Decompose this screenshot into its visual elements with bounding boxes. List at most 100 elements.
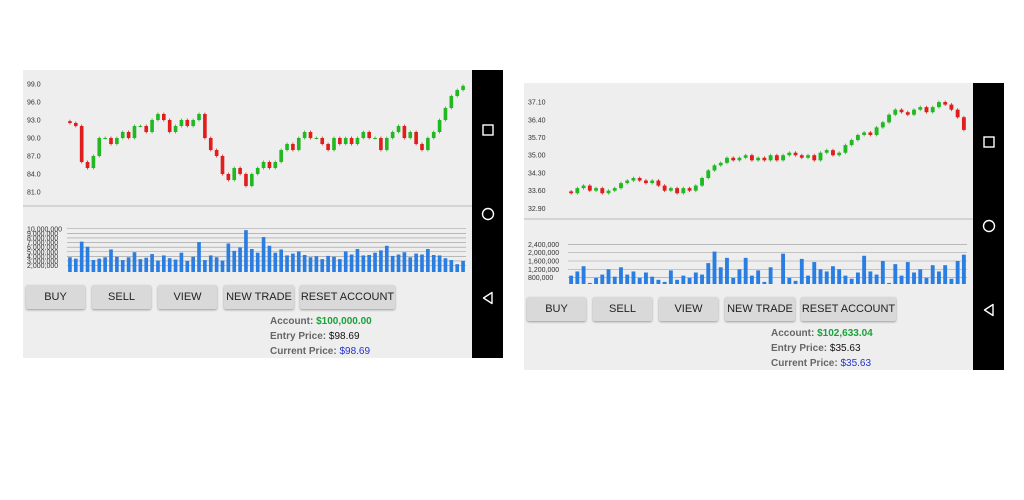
volume-bar [575, 271, 580, 284]
reset-account-button[interactable]: RESET ACCOUNT [801, 297, 896, 321]
volume-bar [731, 277, 736, 284]
buy-button[interactable]: BUY [26, 285, 85, 309]
volume-bar [787, 277, 792, 284]
candle-body [384, 138, 389, 150]
candle-body [261, 162, 266, 168]
current-price-value: $98.69 [339, 346, 371, 357]
volume-bar [569, 275, 574, 284]
candle-body [379, 138, 383, 150]
candle-body [68, 121, 72, 123]
candle-body [455, 90, 460, 96]
sell-button[interactable]: SELL [593, 297, 652, 321]
volume-bar [637, 277, 642, 284]
candle-body [799, 155, 804, 158]
candle-body [109, 138, 113, 144]
volume-bar [756, 270, 761, 284]
candle-body [191, 120, 195, 126]
recents-square-icon[interactable] [973, 132, 1004, 152]
candle-body [314, 138, 319, 139]
volume-bar [905, 262, 910, 284]
candle-body [743, 155, 748, 158]
price-tick-label: 93.0 [27, 118, 41, 125]
entry-price-value: $98.69 [328, 331, 360, 342]
volume-tick-label: 2,000,000 [528, 250, 559, 257]
candle-body [273, 162, 278, 168]
volume-bar [126, 257, 131, 272]
home-circle-icon[interactable] [973, 216, 1004, 236]
candle-body [918, 107, 923, 110]
back-triangle-icon[interactable] [472, 288, 503, 308]
candle-body [955, 109, 960, 118]
price-tick-label: 81.0 [27, 190, 41, 197]
volume-bar [132, 252, 137, 272]
candle-body [244, 174, 248, 186]
volume-bar [250, 249, 254, 272]
volume-bar [214, 257, 219, 272]
account-value: $100,000.00 [316, 316, 372, 327]
volume-bar [173, 259, 178, 272]
volume-bar [161, 255, 166, 272]
candle-body [849, 140, 854, 146]
volume-bar [302, 254, 307, 272]
back-triangle-icon[interactable] [973, 300, 1004, 320]
trading-screen-1: 99.0 96.0 93.0 90.0 87.0 84.0 81.0 10,000,000 9,… [23, 70, 472, 358]
candle-body [619, 183, 623, 189]
candle-body [612, 188, 617, 191]
sell-button[interactable]: SELL [92, 285, 151, 309]
volume-bar [461, 260, 465, 272]
home-circle-icon[interactable] [472, 204, 503, 224]
account-label: Account: [270, 316, 314, 327]
volume-bar [700, 274, 704, 284]
candle-body [787, 152, 792, 156]
candle-body [332, 138, 336, 150]
candle-body [408, 132, 413, 138]
volume-bar [662, 281, 667, 284]
volume-bar [675, 279, 680, 284]
volume-bar [855, 272, 860, 284]
candle-body [120, 132, 125, 138]
volume-bar [806, 275, 810, 284]
candle-body [426, 138, 430, 150]
volume-bar [600, 274, 605, 284]
candle-body [167, 120, 172, 132]
volume-bar [849, 278, 854, 284]
candle-body [781, 155, 786, 161]
candle-body [899, 109, 904, 113]
volume-bar [402, 252, 407, 272]
new-trade-button[interactable]: NEW TRADE [224, 285, 294, 309]
volume-bar [396, 254, 401, 272]
volume-bar [831, 266, 835, 284]
candle-body [402, 126, 407, 138]
candle-body [420, 144, 424, 150]
candle-body [762, 157, 767, 161]
volume-bar [812, 262, 817, 284]
volume-bar [91, 260, 96, 272]
current-price-label: Current Price: [270, 346, 337, 357]
volume-bar [79, 241, 84, 272]
android-navbar-1 [472, 70, 503, 358]
volume-bar [631, 271, 636, 284]
recents-square-icon[interactable] [472, 120, 503, 140]
candle-body [373, 138, 377, 139]
volume-bar [332, 256, 336, 272]
volume-bar [606, 269, 611, 284]
volume-bar [443, 258, 448, 272]
candle-body [880, 122, 885, 128]
buy-button[interactable]: BUY [527, 297, 586, 321]
view-button[interactable]: VIEW [659, 297, 718, 321]
candle-body [226, 174, 231, 180]
candle-body [930, 107, 935, 113]
candle-body [606, 190, 611, 194]
view-button[interactable]: VIEW [158, 285, 217, 309]
volume-bar [930, 265, 935, 284]
candle-body [150, 120, 154, 132]
candle-body [349, 138, 354, 144]
reset-account-button[interactable]: RESET ACCOUNT [300, 285, 395, 309]
candle-body [943, 102, 948, 105]
candle-body [414, 132, 418, 144]
new-trade-button[interactable]: NEW TRADE [725, 297, 795, 321]
volume-bar [625, 274, 630, 284]
volume-bar [656, 279, 661, 284]
volume-bar [326, 255, 330, 272]
volume-bar [179, 252, 184, 272]
